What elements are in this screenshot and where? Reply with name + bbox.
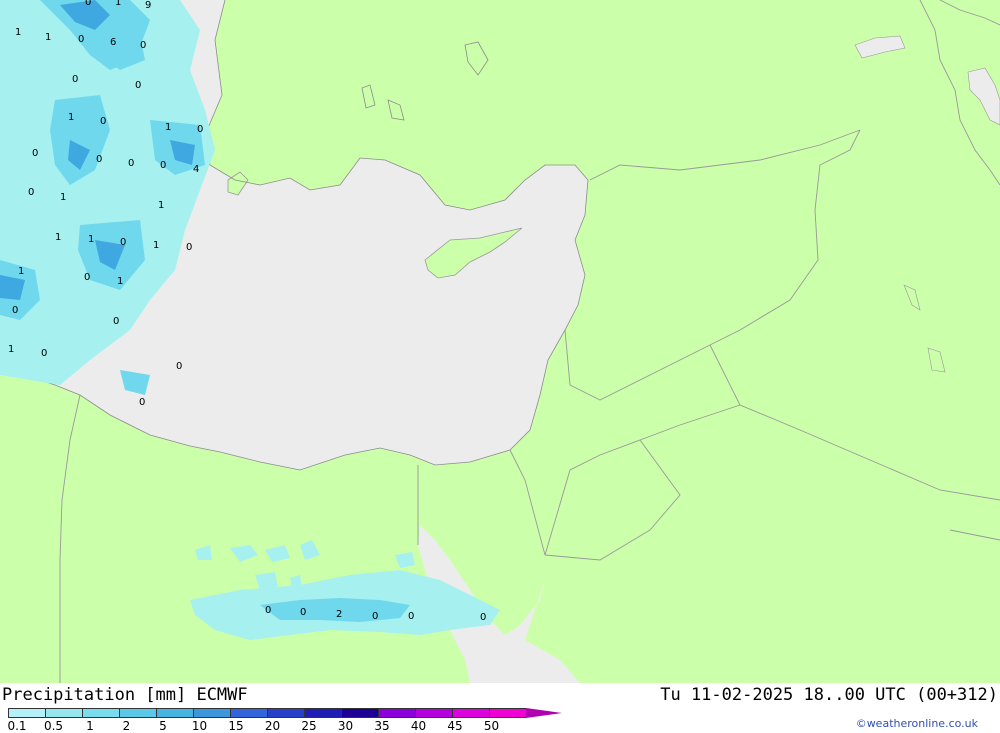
map-value-label: 0: [135, 80, 141, 91]
map-value-label: 0: [85, 0, 91, 8]
map-value-label: 1: [18, 266, 24, 277]
map-value-label: 1: [60, 192, 66, 203]
legend-tick-label: 0.5: [43, 719, 64, 733]
map-value-label: 0: [100, 116, 106, 127]
legend-tick-label: 10: [191, 719, 208, 733]
map-title: Precipitation [mm] ECMWF: [2, 685, 248, 705]
map-value-label: 0: [176, 361, 182, 372]
legend-swatch: [378, 708, 415, 718]
map-value-label: 0: [32, 148, 38, 159]
legend-swatch: [489, 708, 526, 718]
legend-tick-label: 1: [86, 719, 94, 733]
map-value-label: 0: [197, 124, 203, 135]
legend-swatch: [82, 708, 119, 718]
legend-swatch: [415, 708, 452, 718]
map-value-label: 1: [68, 112, 74, 123]
map-value-label: 0: [186, 242, 192, 253]
map-value-label: 0: [480, 612, 486, 623]
map-value-label: 1: [88, 234, 94, 245]
map-value-label: 0: [72, 74, 78, 85]
map-value-label: 0: [265, 605, 271, 616]
legend-swatch: [8, 708, 45, 718]
map-value-label: 0: [78, 34, 84, 45]
legend-swatch: [156, 708, 193, 718]
map-value-label: 0: [12, 305, 18, 316]
credit-text[interactable]: ©weatheronline.co.uk: [856, 717, 978, 730]
legend-swatch: [341, 708, 378, 718]
legend-tick-label: 15: [228, 719, 244, 733]
map-value-label: 6: [110, 37, 116, 48]
legend-tick-label: 0.1: [7, 719, 27, 733]
legend-tick-label: 20: [264, 719, 281, 733]
map-value-label: 0: [120, 237, 126, 248]
map-value-label: 1: [165, 122, 171, 133]
map-value-label: 0: [113, 316, 119, 327]
map-value-label: 0: [28, 187, 34, 198]
legend-arrow-icon: [526, 708, 562, 718]
legend-tick-label: 45: [447, 719, 463, 733]
legend-tick-label: 50: [483, 719, 500, 733]
map-value-label: 0: [41, 348, 47, 359]
map-value-label: 1: [8, 344, 14, 355]
map-footer: Precipitation [mm] ECMWF Tu 11-02-2025 1…: [0, 683, 1000, 733]
legend-tick-labels: 0.1 0.5 1 2 5 10 15 20 25 30 35 40 45 50: [0, 719, 520, 733]
legend-swatch: [119, 708, 156, 718]
map-value-label: 4: [193, 164, 199, 175]
map-value-label: 1: [158, 200, 164, 211]
map-value-label: 0: [84, 272, 90, 283]
legend-swatch: [452, 708, 489, 718]
legend-tick-label: 25: [301, 719, 317, 733]
map-value-label: 0: [140, 40, 146, 51]
map-area: 0 1 9 1 1 0 6 0 0 0 1 0 1 0 0 0 0 0 4 0 …: [0, 0, 1000, 683]
map-value-label: 1: [153, 240, 159, 251]
map-value-label: 0: [300, 607, 306, 618]
legend-swatch: [304, 708, 341, 718]
legend-swatch: [230, 708, 267, 718]
legend-tick-label: 35: [374, 719, 390, 733]
legend-tick-label: 30: [337, 719, 354, 733]
legend-tick-label: 40: [410, 719, 427, 733]
map-value-label: 0: [139, 397, 145, 408]
legend-swatch: [45, 708, 82, 718]
map-value-label: 0: [128, 158, 134, 169]
map-value-label: 0: [160, 160, 166, 171]
legend-tick-label: 5: [159, 719, 167, 733]
map-value-label: 1: [117, 276, 123, 287]
legend-swatch: [193, 708, 230, 718]
map-value-label: 1: [55, 232, 61, 243]
map-value-label: 1: [15, 27, 21, 38]
legend-tick-label: 2: [122, 719, 131, 733]
map-value-label: 0: [96, 154, 102, 165]
map-value-label: 0: [408, 611, 414, 622]
map-value-label: 9: [145, 0, 151, 11]
map-value-label: 2: [336, 609, 342, 620]
legend-swatch: [267, 708, 304, 718]
forecast-time: Tu 11-02-2025 18..00 UTC (00+312): [660, 685, 998, 705]
map-value-label: 0: [372, 611, 378, 622]
map-value-label: 1: [115, 0, 121, 8]
color-scale-legend: [8, 708, 562, 718]
precipitation-map: 0 1 9 1 1 0 6 0 0 0 1 0 1 0 0 0 0 0 4 0 …: [0, 0, 1000, 683]
map-value-label: 1: [45, 32, 51, 43]
